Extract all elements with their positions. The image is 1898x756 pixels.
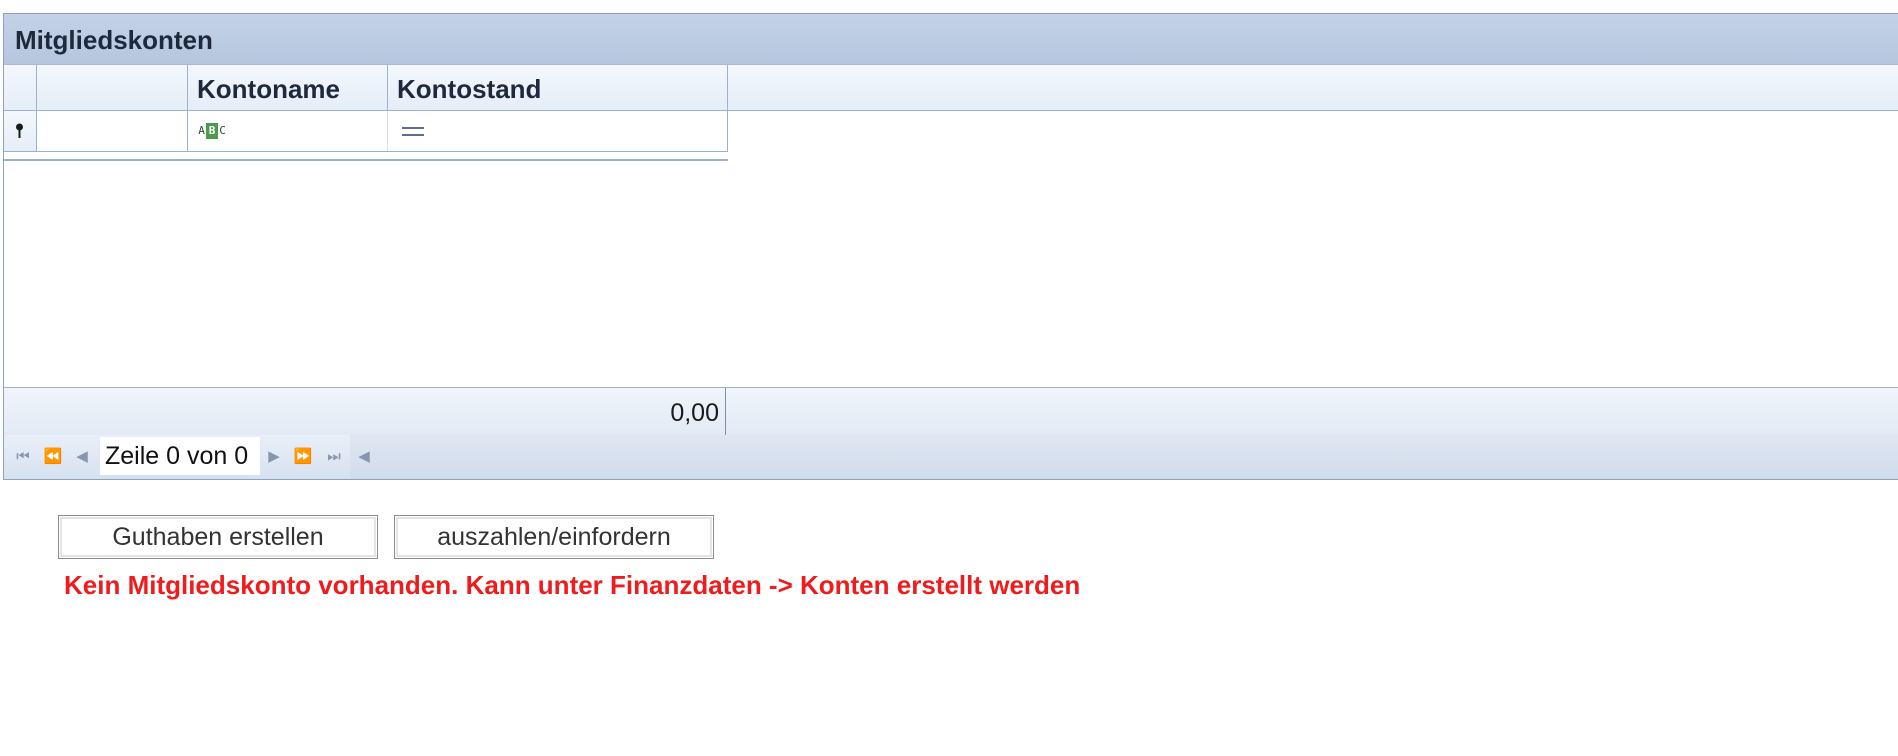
filter-cell-blank[interactable] xyxy=(37,111,188,151)
last-record-icon[interactable]: ⏭ xyxy=(321,445,347,469)
equals-filter-icon[interactable] xyxy=(402,127,424,136)
panel-caption-label: Mitgliedskonten xyxy=(15,25,213,55)
row-indicator xyxy=(4,111,37,151)
scroll-left-icon[interactable]: ◀ xyxy=(356,445,372,469)
next-record-icon[interactable]: ▶ xyxy=(266,445,282,469)
column-header-kontostand[interactable]: Kontostand xyxy=(388,65,728,110)
pin-icon xyxy=(16,123,23,138)
auszahlen-einfordern-button[interactable]: auszahlen/einfordern xyxy=(394,515,714,559)
footer-sum-cell: 0,00 xyxy=(4,388,726,435)
row-indicator-header[interactable] xyxy=(4,65,37,110)
filter-cell-kontoname[interactable]: ABC xyxy=(188,111,388,151)
previous-record-icon[interactable]: ◀ xyxy=(74,445,90,469)
navigator-scroll-track[interactable] xyxy=(350,435,1898,479)
first-record-icon[interactable]: ⏮ xyxy=(10,445,36,469)
column-header-row: Kontoname Kontostand xyxy=(4,65,1898,111)
panel-caption: Mitgliedskonten xyxy=(4,14,1898,65)
column-header-kontoname[interactable]: Kontoname xyxy=(188,65,388,110)
column-header-blank[interactable] xyxy=(37,65,188,110)
summary-footer: 0,00 xyxy=(4,387,1898,435)
text-filter-abc-icon[interactable]: ABC xyxy=(197,123,229,139)
row-divider xyxy=(4,159,728,161)
record-navigator: ⏮ ⏪ ◀ Zeile 0 von 0 ▶ ⏩ ⏭ ◀ xyxy=(4,435,1898,479)
column-header-kontostand-label: Kontostand xyxy=(397,74,542,104)
guthaben-erstellen-button[interactable]: Guthaben erstellen xyxy=(58,515,378,559)
navigator-status: Zeile 0 von 0 xyxy=(100,437,260,475)
previous-page-icon[interactable]: ⏪ xyxy=(40,445,66,469)
filter-cell-kontostand[interactable] xyxy=(388,111,728,151)
footer-sum-value: 0,00 xyxy=(670,399,719,427)
no-account-message: Kein Mitgliedskonto vorhanden. Kann unte… xyxy=(64,570,1081,600)
members-accounts-grid: Mitgliedskonten Kontoname Kontostand ABC xyxy=(3,13,1898,480)
filter-row[interactable]: ABC xyxy=(4,111,728,152)
next-page-icon[interactable]: ⏩ xyxy=(290,445,316,469)
column-header-kontoname-label: Kontoname xyxy=(197,74,340,104)
